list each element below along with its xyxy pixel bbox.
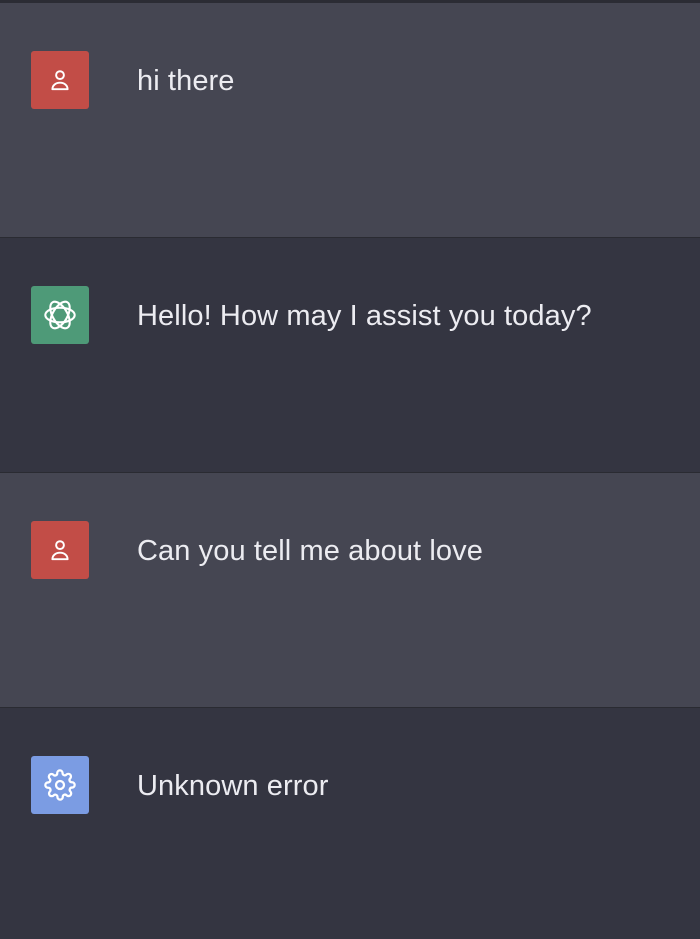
user-icon: [51, 70, 69, 91]
message-row-user: Can you tell me about love: [0, 473, 700, 708]
user-avatar: [31, 51, 89, 109]
message-row-assistant: Hello! How may I assist you today?: [0, 238, 700, 473]
message-text: Unknown error: [137, 770, 329, 802]
assistant-logo-icon: [44, 300, 76, 330]
user-avatar: [31, 521, 89, 579]
message-row-user: hi there: [0, 3, 700, 238]
message-text: Can you tell me about love: [137, 535, 483, 567]
chat-conversation: hi there Hello! How may I assist you tod…: [0, 0, 700, 939]
assistant-avatar: [31, 286, 89, 344]
message-text: hi there: [137, 65, 235, 97]
message-text: Hello! How may I assist you today?: [137, 300, 592, 332]
gear-icon: [44, 769, 76, 801]
user-icon: [51, 540, 69, 561]
system-avatar: [31, 756, 89, 814]
message-row-system: Unknown error: [0, 708, 700, 939]
